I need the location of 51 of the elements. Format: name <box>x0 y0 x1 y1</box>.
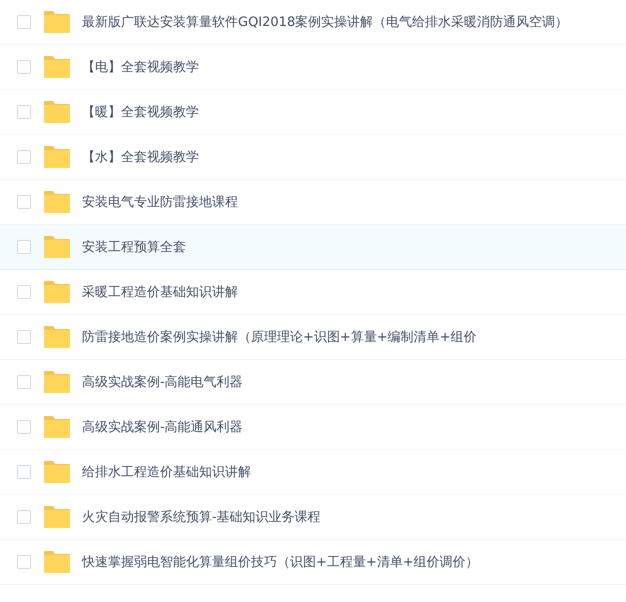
checkbox[interactable] <box>17 420 31 434</box>
file-row[interactable]: 火灾自动报警系统预算-基础知识业务课程 <box>0 495 626 540</box>
folder-icon <box>44 11 70 33</box>
checkbox[interactable] <box>17 285 31 299</box>
folder-name[interactable]: 给排水工程造价基础知识讲解 <box>82 463 251 481</box>
checkbox[interactable] <box>17 105 31 119</box>
folder-icon <box>44 281 70 303</box>
checkbox[interactable] <box>17 330 31 344</box>
folder-icon <box>44 101 70 123</box>
folder-name[interactable]: 安装工程预算全套 <box>82 238 186 256</box>
folder-icon <box>44 236 70 258</box>
folder-name[interactable]: 【电】全套视频教学 <box>82 58 199 76</box>
file-row[interactable]: 防雷接地造价案例实操讲解（原理理论+识图+算量+编制清单+组价 <box>0 315 626 360</box>
file-row[interactable]: 【暖】全套视频教学 <box>0 90 626 135</box>
checkbox[interactable] <box>17 150 31 164</box>
folder-icon <box>44 551 70 573</box>
folder-name[interactable]: 快速掌握弱电智能化算量组价技巧（识图+工程量+清单+组价调价） <box>82 553 479 571</box>
file-row[interactable]: 采暖工程造价基础知识讲解 <box>0 270 626 315</box>
file-row[interactable]: 安装工程预算全套 <box>0 225 626 270</box>
folder-name[interactable]: 【暖】全套视频教学 <box>82 103 199 121</box>
file-row[interactable]: 【水】全套视频教学 <box>0 135 626 180</box>
file-row[interactable]: 高级实战案例-高能电气利器 <box>0 360 626 405</box>
checkbox[interactable] <box>17 195 31 209</box>
checkbox[interactable] <box>17 510 31 524</box>
folder-icon <box>44 461 70 483</box>
file-row[interactable]: 给排水工程造价基础知识讲解 <box>0 450 626 495</box>
folder-icon <box>44 56 70 78</box>
file-row[interactable]: 高级实战案例-高能通风利器 <box>0 405 626 450</box>
folder-name[interactable]: 采暖工程造价基础知识讲解 <box>82 283 238 301</box>
folder-name[interactable]: 【水】全套视频教学 <box>82 148 199 166</box>
checkbox[interactable] <box>17 240 31 254</box>
checkbox[interactable] <box>17 60 31 74</box>
folder-name[interactable]: 安装电气专业防雷接地课程 <box>82 193 238 211</box>
folder-name[interactable]: 高级实战案例-高能电气利器 <box>82 373 243 391</box>
checkbox[interactable] <box>17 15 31 29</box>
folder-name[interactable]: 高级实战案例-高能通风利器 <box>82 418 243 436</box>
checkbox[interactable] <box>17 375 31 389</box>
folder-icon <box>44 506 70 528</box>
folder-name[interactable]: 火灾自动报警系统预算-基础知识业务课程 <box>82 508 321 526</box>
folder-icon <box>44 371 70 393</box>
checkbox[interactable] <box>17 555 31 569</box>
folder-name[interactable]: 最新版广联达安装算量软件GQI2018案例实操讲解（电气给排水采暖消防通风空调） <box>82 13 568 31</box>
file-row[interactable]: 快速掌握弱电智能化算量组价技巧（识图+工程量+清单+组价调价） <box>0 540 626 585</box>
folder-icon <box>44 191 70 213</box>
folder-icon <box>44 146 70 168</box>
folder-icon <box>44 326 70 348</box>
file-row[interactable]: 最新版广联达安装算量软件GQI2018案例实操讲解（电气给排水采暖消防通风空调） <box>0 0 626 45</box>
folder-icon <box>44 416 70 438</box>
checkbox[interactable] <box>17 465 31 479</box>
folder-name[interactable]: 防雷接地造价案例实操讲解（原理理论+识图+算量+编制清单+组价 <box>82 328 477 346</box>
file-row[interactable]: 【电】全套视频教学 <box>0 45 626 90</box>
